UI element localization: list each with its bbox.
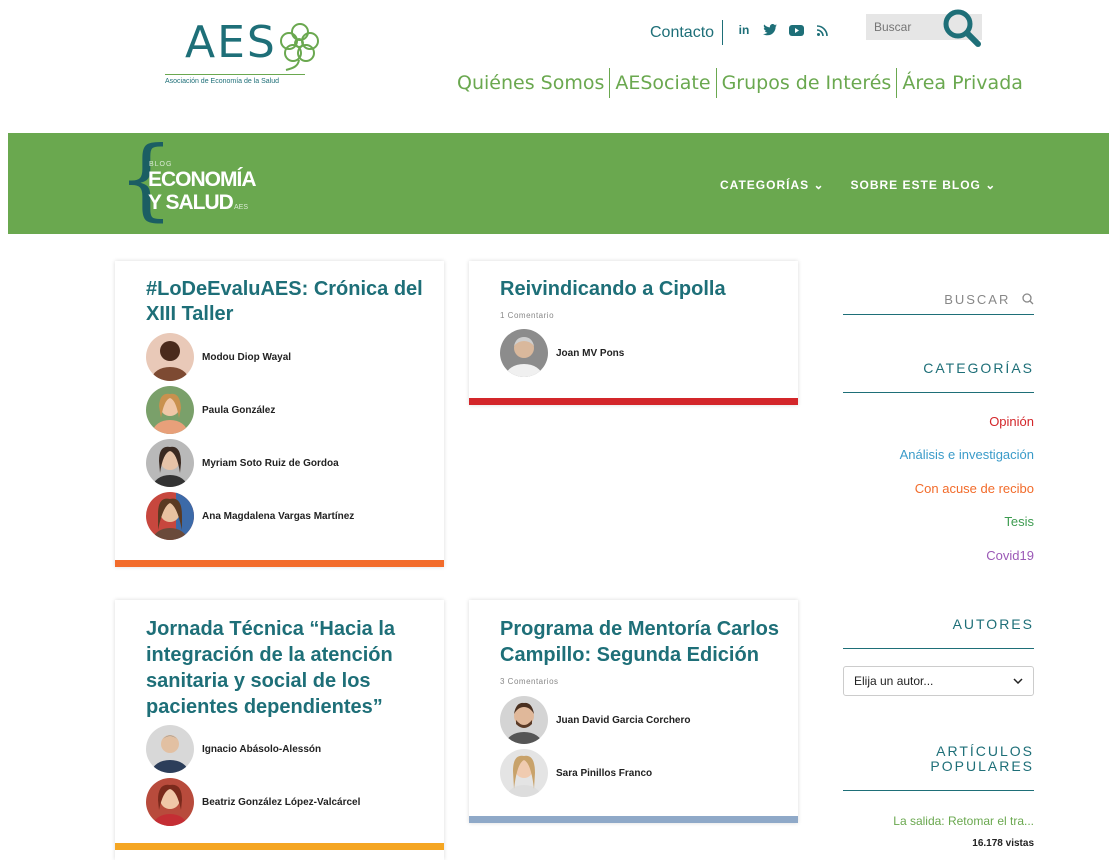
post-card[interactable]: Jornada Técnica “Hacia la integración de…	[115, 600, 444, 860]
linkedin-icon[interactable]: in	[736, 21, 752, 39]
category-bar	[115, 843, 444, 850]
chevron-down-icon	[1013, 678, 1023, 684]
twitter-icon[interactable]	[762, 21, 778, 39]
avatar	[146, 492, 194, 540]
logo-subtitle: Asociación de Economía de la Salud	[165, 74, 305, 85]
category-covid19[interactable]: Covid19	[843, 548, 1034, 563]
author-name: Paula González	[202, 404, 276, 416]
post-title[interactable]: Jornada Técnica “Hacia la integración de…	[146, 616, 426, 720]
avatar	[146, 386, 194, 434]
post-author[interactable]: Juan David Garcia Corchero	[500, 696, 691, 744]
blog-logo-small: BLOG	[149, 161, 173, 168]
search-icon[interactable]	[1022, 293, 1034, 305]
sidebar-search-label: BUSCAR	[944, 292, 1011, 307]
youtube-icon[interactable]	[788, 21, 804, 39]
popular-heading: ARTÍCULOS POPULARES	[843, 744, 1034, 791]
category-bar	[469, 398, 798, 405]
nav-area-privada[interactable]: Área Privada	[897, 68, 1028, 98]
avatar	[500, 329, 548, 377]
post-author[interactable]: Beatriz González López-Valcárcel	[146, 778, 360, 826]
author-name: Juan David Garcia Corchero	[556, 714, 691, 726]
post-author[interactable]: Myriam Soto Ruiz de Gordoa	[146, 439, 339, 487]
popular-heading-line2: POPULARES	[930, 758, 1034, 774]
aes-logo[interactable]: AES Asociación de Economía de la Salud	[165, 18, 325, 88]
nav-quienes-somos[interactable]: Quiénes Somos	[457, 68, 611, 98]
blog-logo[interactable]: { BLOG ECONOMÍA Y SALUD AES	[118, 135, 278, 226]
popular-heading-line1: ARTÍCULOS	[936, 743, 1034, 759]
nav-sobre-blog[interactable]: SOBRE ESTE BLOG ⌄	[851, 178, 997, 192]
post-author[interactable]: Joan MV Pons	[500, 329, 624, 377]
author-name: Sara Pinillos Franco	[556, 767, 653, 779]
blog-logo-tag: AES	[234, 204, 249, 211]
category-tesis[interactable]: Tesis	[843, 514, 1034, 529]
avatar	[146, 439, 194, 487]
post-card[interactable]: Programa de Mentoría Carlos Campillo: Se…	[469, 600, 798, 823]
search-icon[interactable]	[940, 8, 992, 50]
nav-grupos-interes[interactable]: Grupos de Interés	[717, 68, 898, 98]
authors-heading: AUTORES	[843, 616, 1034, 649]
post-title[interactable]: Reivindicando a Cipolla	[500, 277, 780, 302]
main-nav: Quiénes Somos AESociate Grupos de Interé…	[457, 68, 1028, 98]
post-author[interactable]: Modou Diop Wayal	[146, 333, 291, 381]
contact-link[interactable]: Contacto	[650, 20, 724, 45]
avatar	[500, 749, 548, 797]
popular-views: 16.178 vistas	[972, 838, 1034, 849]
post-title[interactable]: #LoDeEvaluAES: Crónica del XIII Taller	[146, 277, 426, 327]
categories-heading: CATEGORÍAS	[843, 360, 1034, 393]
blog-logo-line1: ECONOMÍA	[148, 168, 256, 191]
rss-icon[interactable]	[814, 21, 830, 39]
post-card[interactable]: Reivindicando a Cipolla 1 Comentario Joa…	[469, 261, 798, 405]
avatar	[146, 778, 194, 826]
author-select[interactable]: Elija un autor...	[843, 666, 1034, 696]
post-author[interactable]: Sara Pinillos Franco	[500, 749, 652, 797]
sidebar-search[interactable]: BUSCAR	[843, 292, 1034, 315]
category-acuse[interactable]: Con acuse de recibo	[843, 481, 1034, 496]
category-opinion[interactable]: Opinión	[843, 414, 1034, 429]
author-name: Beatriz González López-Valcárcel	[202, 796, 361, 808]
logo-text: AES	[185, 17, 277, 68]
blog-logo-line2: Y SALUD	[148, 191, 234, 214]
author-name: Ignacio Abásolo-Alessón	[202, 743, 322, 755]
author-name: Joan MV Pons	[556, 347, 625, 359]
popular-article[interactable]: La salida: Retomar el tra...	[843, 814, 1034, 828]
nav-categorias[interactable]: CATEGORÍAS ⌄	[720, 178, 825, 192]
social-links: in	[736, 21, 830, 39]
avatar	[500, 696, 548, 744]
category-bar	[115, 560, 444, 567]
post-card[interactable]: #LoDeEvaluAES: Crónica del XIII Taller M…	[115, 261, 444, 567]
comment-count[interactable]: 1 Comentario	[500, 311, 554, 320]
post-author[interactable]: Paula González	[146, 386, 275, 434]
flower-icon	[280, 23, 319, 71]
comment-count[interactable]: 3 Comentarios	[500, 677, 559, 686]
avatar	[146, 725, 194, 773]
avatar	[146, 333, 194, 381]
nav-aesociate[interactable]: AESociate	[610, 68, 717, 98]
blog-header: { BLOG ECONOMÍA Y SALUD AES CATEGORÍAS ⌄…	[8, 133, 1109, 234]
post-title[interactable]: Programa de Mentoría Carlos Campillo: Se…	[500, 616, 780, 668]
post-author[interactable]: Ana Magdalena Vargas Martínez	[146, 492, 354, 540]
post-author[interactable]: Ignacio Abásolo-Alessón	[146, 725, 321, 773]
author-name: Myriam Soto Ruiz de Gordoa	[202, 457, 339, 469]
category-analisis[interactable]: Análisis e investigación	[843, 447, 1034, 462]
category-bar	[469, 816, 798, 823]
author-name: Ana Magdalena Vargas Martínez	[202, 510, 355, 522]
author-select-value: Elija un autor...	[854, 674, 934, 688]
author-name: Modou Diop Wayal	[202, 351, 292, 363]
blog-nav: CATEGORÍAS ⌄ SOBRE ESTE BLOG ⌄	[720, 178, 996, 192]
